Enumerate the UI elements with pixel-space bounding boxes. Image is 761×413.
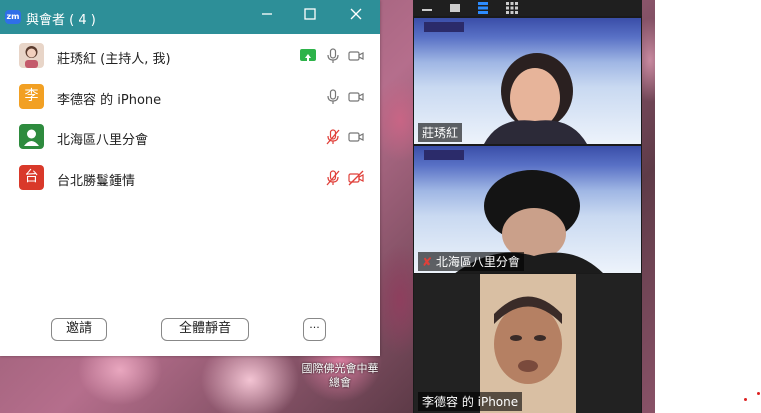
single-view-icon[interactable] [449, 3, 461, 13]
banner-ribbon [424, 150, 464, 160]
avatar: 李 [19, 84, 44, 109]
video-camera-icon[interactable] [348, 129, 364, 145]
share-screen-icon [300, 49, 316, 62]
desktop-icon-label[interactable]: 國際佛光會中華總會 [300, 362, 380, 390]
video-tile[interactable]: ✘ 北海區八里分會 [414, 146, 641, 273]
avatar [19, 43, 44, 68]
more-options-button[interactable]: ··· [303, 318, 326, 341]
invite-button[interactable]: 邀請 [51, 318, 107, 341]
video-camera-off-icon[interactable] [348, 170, 364, 186]
participants-panel: zm 與會者 ( 4 ) 莊琇紅 (主持人, 我) 李 李德容 的 iPhone… [0, 0, 380, 356]
desktop-dot [757, 392, 760, 395]
participant-video [484, 53, 587, 144]
microphone-icon[interactable] [325, 89, 341, 105]
gallery-view-icon[interactable] [505, 1, 519, 15]
video-camera-icon[interactable] [348, 89, 364, 105]
video-tile-name: 北海區八里分會 [435, 255, 520, 269]
person-photo-icon [25, 46, 38, 68]
participant-row[interactable]: 莊琇紅 (主持人, 我) [0, 36, 380, 76]
participant-name: 李德容 的 iPhone [57, 93, 162, 108]
participant-row[interactable]: 台 台北勝鬘鍾情 [0, 158, 380, 198]
video-tile-label: 莊琇紅 [418, 123, 463, 142]
participant-name: 莊琇紅 (主持人, 我) [57, 52, 171, 67]
microphone-muted-icon[interactable] [325, 129, 341, 145]
video-camera-icon[interactable] [348, 48, 364, 64]
title-bar[interactable]: zm 與會者 ( 4 ) [0, 0, 380, 34]
desktop-right-area [655, 0, 761, 413]
mute-all-button[interactable]: 全體靜音 [161, 318, 249, 341]
participant-name: 台北勝鬘鍾情 [57, 174, 136, 189]
desktop-dot [744, 398, 747, 401]
microphone-muted-icon[interactable] [325, 170, 341, 186]
close-icon [350, 8, 362, 20]
minimize-icon [262, 13, 272, 15]
view-toolbar [413, 0, 642, 16]
banner-ribbon [424, 22, 464, 32]
avatar [19, 124, 44, 149]
minimize-button[interactable] [258, 8, 276, 26]
video-tile[interactable]: 莊琇紅 [414, 18, 641, 144]
participant-name: 北海區八里分會 [57, 133, 149, 148]
window-title: 與會者 ( 4 ) [26, 13, 96, 28]
minimize-view-icon[interactable] [421, 3, 433, 13]
participant-row[interactable]: 北海區八里分會 [0, 117, 380, 157]
close-button[interactable] [347, 8, 365, 26]
maximize-icon [304, 8, 316, 20]
maximize-button[interactable] [301, 8, 319, 26]
default-user-icon [24, 129, 39, 146]
strip-view-icon[interactable] [477, 1, 489, 15]
avatar: 台 [19, 165, 44, 190]
participant-row[interactable]: 李 李德容 的 iPhone [0, 77, 380, 117]
video-tile-active[interactable]: 李德容 的 iPhone [414, 274, 641, 413]
video-tile-label: 李德容 的 iPhone [418, 392, 523, 411]
microphone-icon[interactable] [325, 48, 341, 64]
microphone-muted-icon: ✘ [422, 255, 433, 269]
video-tile-label: ✘ 北海區八里分會 [418, 252, 524, 271]
zoom-logo-icon: zm [5, 10, 21, 24]
